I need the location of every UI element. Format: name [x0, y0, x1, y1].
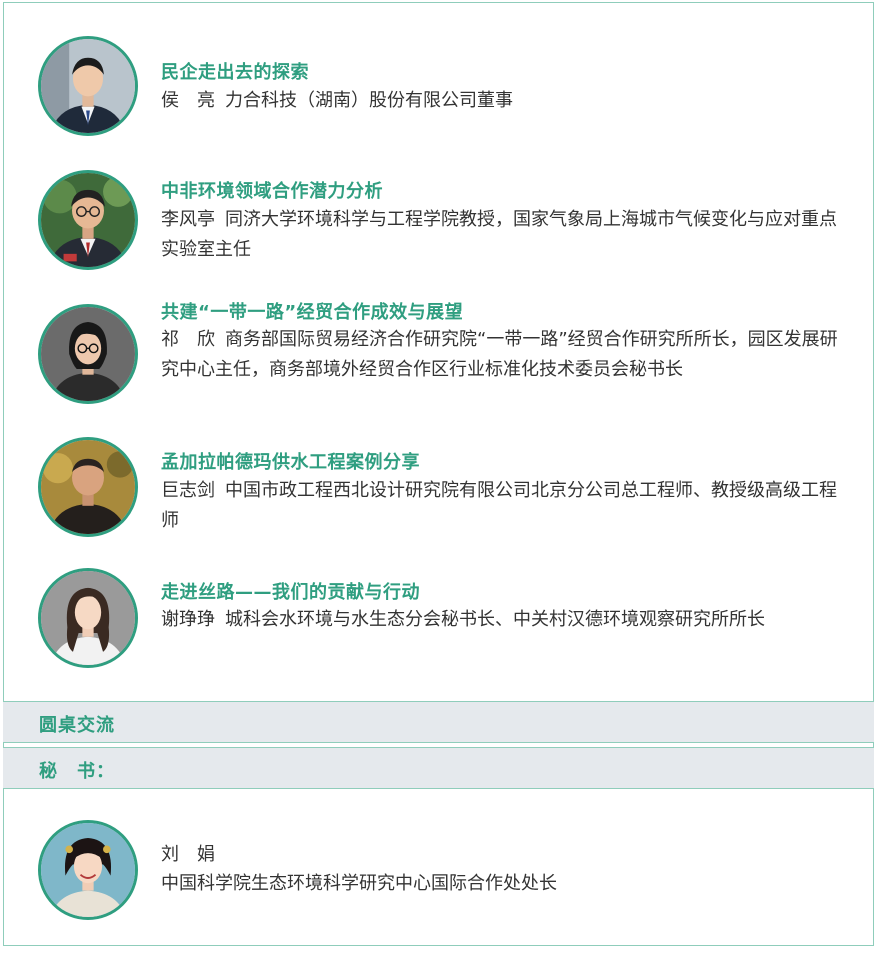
speaker-title: 力合科技（湖南）股份有限公司董事 — [225, 90, 513, 111]
secretary-title-line: 中国科学院生态环境科学研究中心国际合作处处长 — [161, 869, 851, 899]
speaker-name: 谢琤琤 — [161, 609, 215, 630]
secretary-title: 中国科学院生态环境科学研究中心国际合作处处长 — [161, 873, 557, 894]
speaker-topic: 共建“一带一路”经贸合作成效与展望 — [161, 302, 464, 323]
speaker-topic: 民企走出去的探索 — [161, 62, 309, 83]
roundtable-label: 圆桌交流 — [39, 715, 115, 736]
speaker-name: 李风亭 — [161, 209, 215, 230]
secretary-label: 秘 书： — [39, 761, 115, 782]
speaker-photo — [38, 36, 138, 136]
speaker-photo — [38, 437, 138, 537]
speaker-title: 中国市政工程西北设计研究院有限公司北京分公司总工程师、教授级高级工程师 — [161, 480, 837, 531]
speaker-bio: 祁 欣商务部国际贸易经济合作研究院“一带一路”经贸合作研究所所长，园区发展研究中… — [161, 325, 851, 385]
speaker-title: 同济大学环境科学与工程学院教授，国家气象局上海城市气候变化与应对重点实验室主任 — [161, 209, 837, 260]
speaker-bio: 谢琤琤 城科会水环境与水生态分会秘书长、中关村汉德环境观察研究所所长 — [161, 605, 851, 635]
speaker-bio: 李风亭 同济大学环境科学与工程学院教授，国家气象局上海城市气候变化与应对重点实验室… — [161, 205, 851, 265]
speaker-photo — [38, 304, 138, 404]
secretary-photo — [38, 820, 138, 920]
speaker-name: 祁 欣 — [161, 329, 215, 350]
speaker-name: 侯 亮 — [161, 90, 215, 111]
speaker-bio: 侯 亮力合科技（湖南）股份有限公司董事 — [161, 86, 851, 116]
speaker-photo — [38, 568, 138, 668]
speaker-topic: 走进丝路——我们的贡献与行动 — [161, 582, 420, 603]
speaker-photo — [38, 170, 138, 270]
secretary-name: 刘 娟 — [161, 844, 215, 865]
roundtable-band: 圆桌交流 — [3, 701, 874, 743]
speaker-topic: 孟加拉帕德玛供水工程案例分享 — [161, 452, 420, 473]
secretary-band: 秘 书： — [3, 747, 874, 789]
speaker-bio: 巨志剑 中国市政工程西北设计研究院有限公司北京分公司总工程师、教授级高级工程师 — [161, 476, 851, 536]
secretary-name-line: 刘 娟 — [161, 840, 851, 870]
speaker-title: 商务部国际贸易经济合作研究院“一带一路”经贸合作研究所所长，园区发展研究中心主任… — [161, 329, 838, 380]
speaker-name: 巨志剑 — [161, 480, 215, 501]
speaker-title: 城科会水环境与水生态分会秘书长、中关村汉德环境观察研究所所长 — [225, 609, 765, 630]
speaker-topic: 中非环境领域合作潜力分析 — [161, 181, 383, 202]
